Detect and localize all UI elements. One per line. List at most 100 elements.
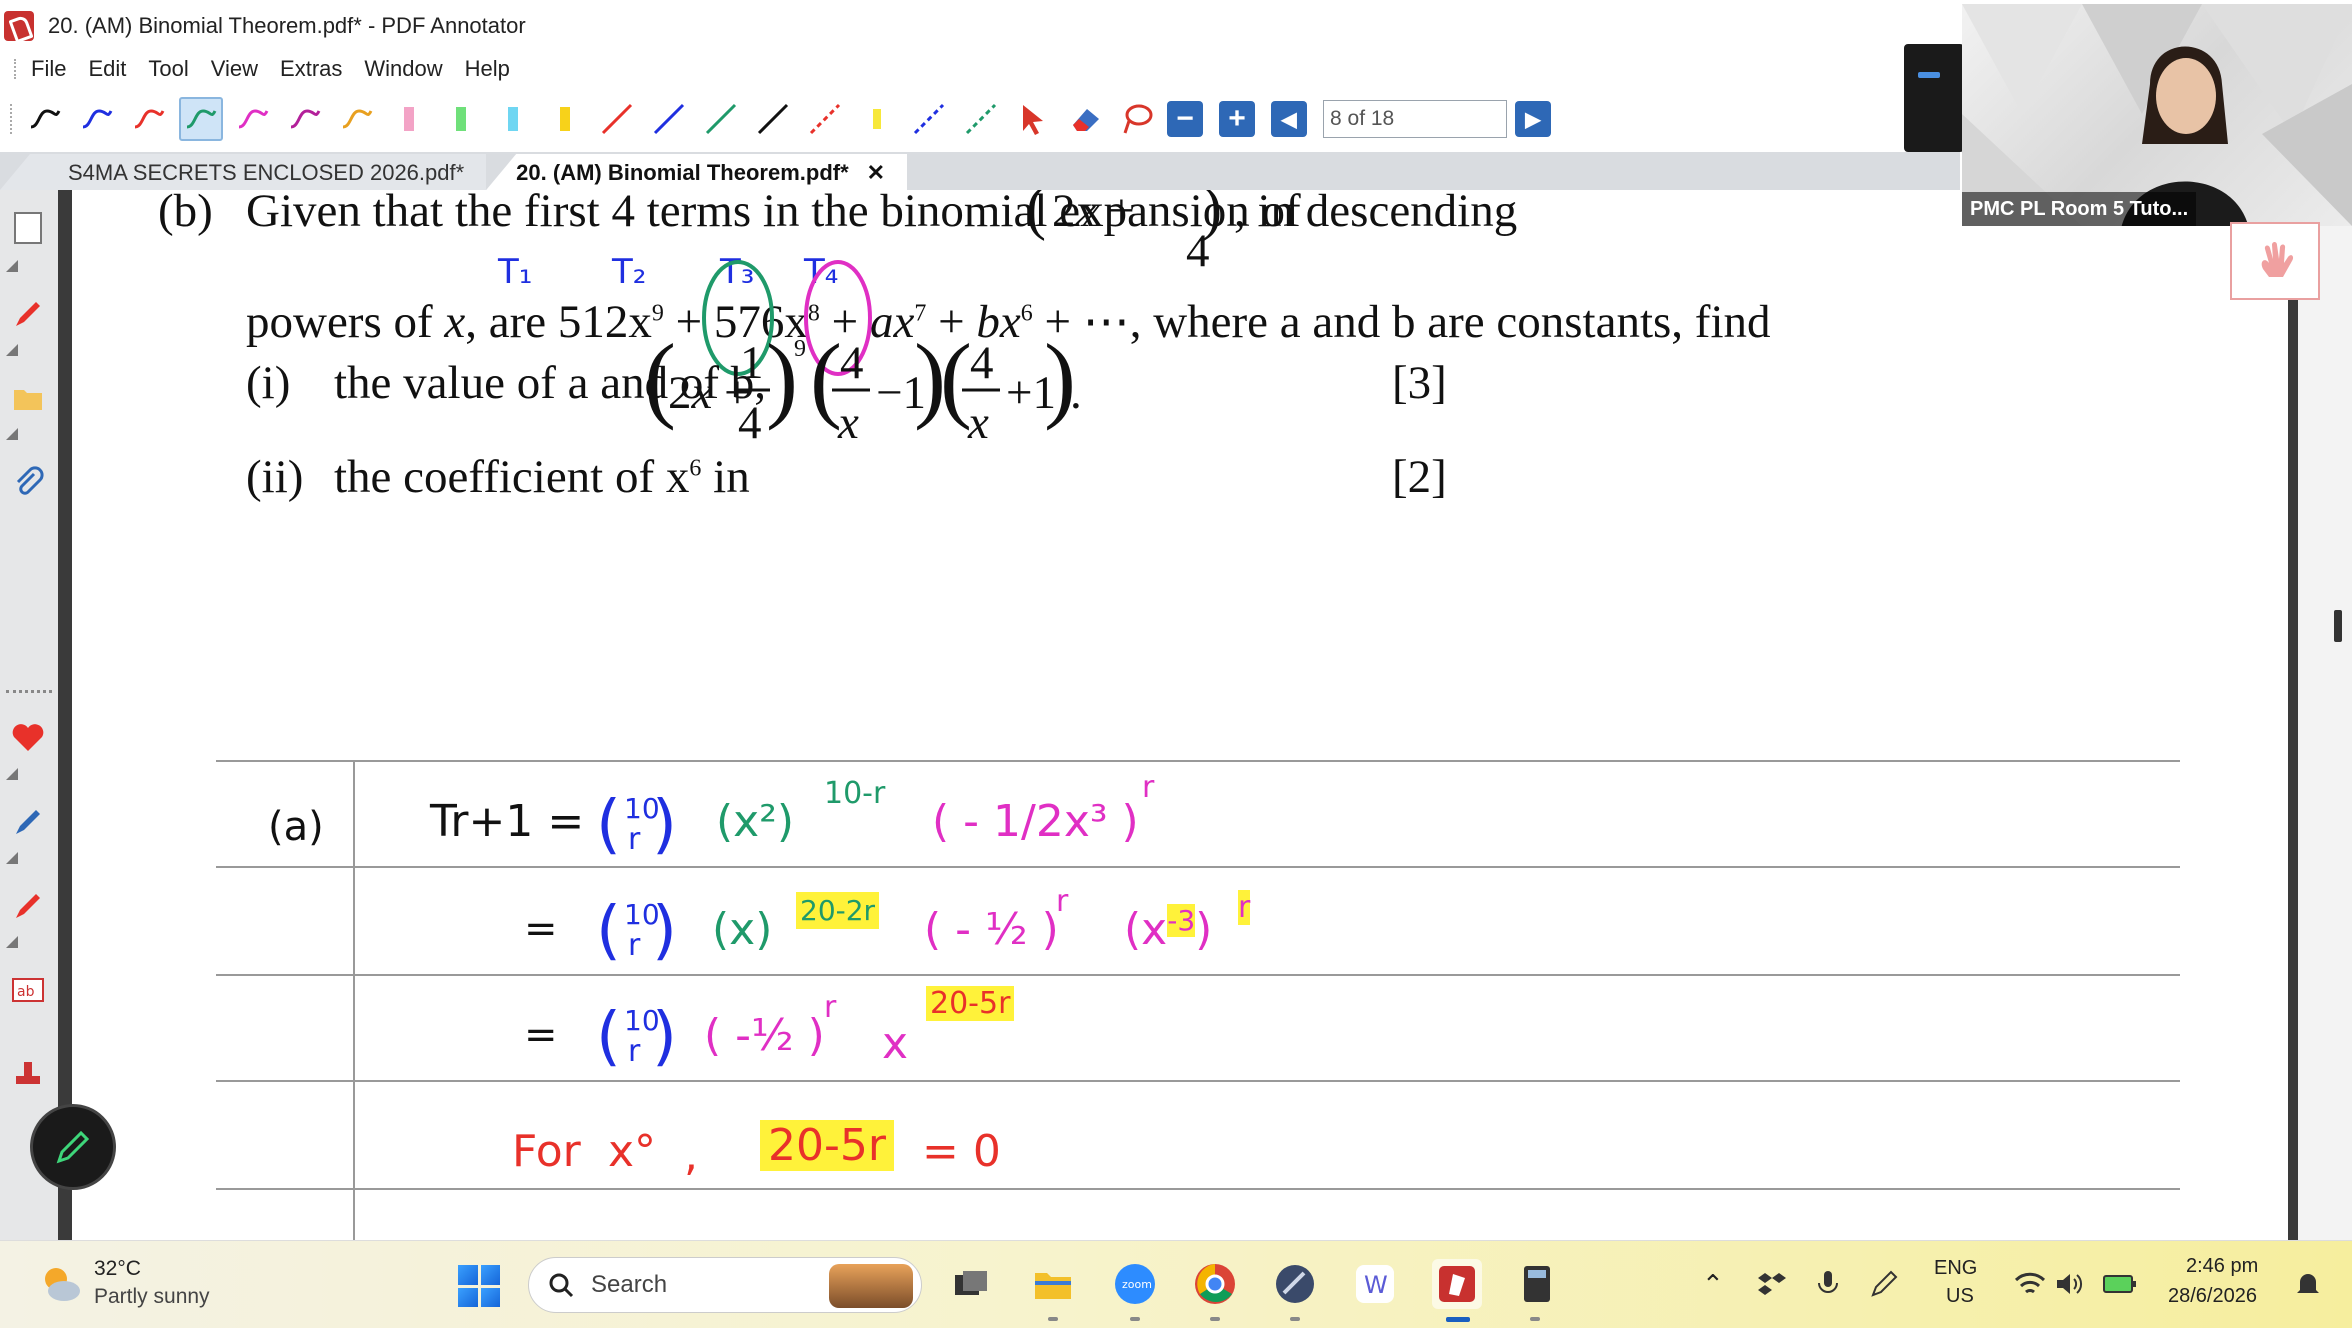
minimize-icon[interactable] [1918, 72, 1940, 78]
triangle-right-icon: ▶ [1525, 108, 1541, 131]
line-red-tool[interactable] [595, 97, 639, 141]
pen-orange-tool[interactable] [335, 97, 379, 141]
menu-window[interactable]: Window [364, 56, 442, 82]
language-bottom[interactable]: US [1946, 1285, 1974, 1308]
pen-purple-tool[interactable] [283, 97, 327, 141]
chevron-up-icon[interactable]: ⌃ [1702, 1269, 1724, 1300]
whiteboard-app-icon[interactable]: W [1350, 1259, 1400, 1309]
close-icon[interactable]: ✕ [867, 160, 885, 190]
tab-binomial-theorem[interactable]: 20. (AM) Binomial Theorem.pdf* ✕ [486, 154, 908, 190]
pen-magenta-tool[interactable] [231, 97, 275, 141]
select-tool[interactable] [1011, 97, 1055, 141]
stamp-icon[interactable] [10, 1056, 46, 1092]
dashed-red-tool[interactable] [803, 97, 847, 141]
sidebar-divider [6, 690, 52, 693]
taskbar-search[interactable]: Search [528, 1257, 922, 1313]
menu-tool[interactable]: Tool [148, 56, 188, 82]
expand-arrow-icon[interactable] [6, 852, 18, 864]
ruled-line [216, 760, 2180, 762]
heart-icon[interactable] [10, 720, 46, 756]
working-line2-term2: ( - ½ ) [924, 904, 1059, 955]
product-expression: ( 2x + 1 4 ) 9 ( 4 x −1 ) ( 4 x +1 ) . [644, 324, 1082, 449]
toolbar-grip-handle[interactable] [10, 104, 13, 134]
dashed-green-tool[interactable] [959, 97, 1003, 141]
menu-help[interactable]: Help [465, 56, 510, 82]
coefficient-text: the coefficient of x [334, 451, 690, 503]
pdf-annotator-taskbar-icon[interactable] [1432, 1259, 1482, 1309]
line-blue-tool[interactable] [647, 97, 691, 141]
highlighter-yellow-tool[interactable] [543, 97, 587, 141]
menu-extras[interactable]: Extras [280, 56, 342, 82]
expand-arrow-icon[interactable] [6, 260, 18, 272]
highlighter-pink-tool[interactable] [387, 97, 431, 141]
windows-start-icon[interactable] [458, 1265, 500, 1307]
clock-time[interactable]: 2:46 pm [2186, 1255, 2258, 1278]
page-number-field[interactable]: 8 of 18 [1323, 100, 1507, 138]
wifi-icon[interactable] [2008, 1259, 2052, 1309]
tab-s4ma-secrets[interactable]: S4MA SECRETS ENCLOSED 2026.pdf* [0, 154, 487, 190]
pen-black-tool[interactable] [23, 97, 67, 141]
paperclip-icon[interactable] [10, 464, 46, 500]
menu-edit[interactable]: Edit [88, 56, 126, 82]
settings-app-icon[interactable] [1270, 1259, 1320, 1309]
pen-red-tool[interactable] [127, 97, 171, 141]
highlighter-cyan-tool[interactable] [491, 97, 535, 141]
floating-pen-button[interactable] [30, 1104, 116, 1190]
expand-arrow-icon[interactable] [6, 428, 18, 440]
blank-page-icon[interactable] [10, 210, 46, 246]
dashed-blue-tool[interactable] [907, 97, 951, 141]
pen-black-icon [30, 109, 61, 129]
expand-arrow-icon[interactable] [6, 768, 18, 780]
tab-label: S4MA SECRETS ENCLOSED 2026.pdf* [68, 160, 465, 185]
vertical-scroll-gutter[interactable] [2298, 190, 2352, 1240]
binom-paren-close: ) [652, 894, 677, 968]
line-black-tool[interactable] [751, 97, 795, 141]
file-explorer-icon[interactable] [1028, 1259, 1078, 1309]
clock-date[interactable]: 28/6/2026 [2168, 1285, 2257, 1308]
task-view-icon[interactable] [946, 1259, 996, 1309]
working-part-label: (a) [268, 804, 324, 850]
weather-temperature[interactable]: 32°C [94, 1257, 141, 1281]
expand-arrow-icon[interactable] [6, 936, 18, 948]
line-green-tool[interactable] [699, 97, 743, 141]
blue-pen-icon[interactable] [10, 804, 46, 840]
annotation-t2: T₂ [612, 252, 647, 292]
microphone-icon[interactable] [1808, 1259, 1848, 1309]
pen-blue-tool[interactable] [75, 97, 119, 141]
notification-icon[interactable] [2288, 1259, 2328, 1309]
raise-hand-button[interactable] [2230, 222, 2320, 300]
speaker-icon[interactable] [2050, 1259, 2090, 1309]
menu-view[interactable]: View [211, 56, 258, 82]
next-page-button[interactable]: ▶ [1515, 101, 1551, 137]
pen-green-tool[interactable] [179, 97, 223, 141]
folder-icon[interactable] [10, 380, 46, 416]
previous-page-button[interactable]: ◀ [1271, 101, 1307, 137]
frac-3-denominator: x [967, 397, 989, 449]
menu-file[interactable]: File [31, 56, 66, 82]
vertical-scrollbar-thumb[interactable] [2334, 610, 2342, 642]
frac-1-numerator: 1 [740, 337, 764, 389]
weather-description[interactable]: Partly sunny [94, 1285, 210, 1309]
language-top[interactable]: ENG [1934, 1257, 1977, 1280]
working-line3-term1: ( -½ ) [704, 1010, 825, 1061]
zoom-app-icon[interactable]: zoom [1110, 1259, 1160, 1309]
marker-red-icon[interactable] [10, 888, 46, 924]
lasso-icon [1123, 104, 1153, 134]
menu-grip-handle[interactable] [14, 59, 17, 79]
dropbox-icon[interactable] [1752, 1259, 1792, 1309]
battery-icon[interactable] [2098, 1259, 2142, 1309]
calculator-icon[interactable] [1512, 1259, 1562, 1309]
zoom-in-button[interactable]: + [1219, 101, 1255, 137]
video-call-overlay[interactable]: PMC PL Room 5 Tuto... [1962, 4, 2352, 226]
marker-yellow-tool[interactable] [855, 97, 899, 141]
lasso-tool[interactable] [1115, 97, 1159, 141]
chrome-icon[interactable] [1190, 1259, 1240, 1309]
pen-tray-icon[interactable] [1864, 1259, 1904, 1309]
partly-sunny-icon[interactable] [36, 1259, 84, 1307]
pencil-red-icon[interactable] [10, 296, 46, 332]
expand-arrow-icon[interactable] [6, 344, 18, 356]
text-box-icon[interactable]: ab [10, 972, 46, 1008]
highlighter-green-tool[interactable] [439, 97, 483, 141]
zoom-out-button[interactable]: − [1167, 101, 1203, 137]
eraser-tool[interactable] [1063, 97, 1107, 141]
